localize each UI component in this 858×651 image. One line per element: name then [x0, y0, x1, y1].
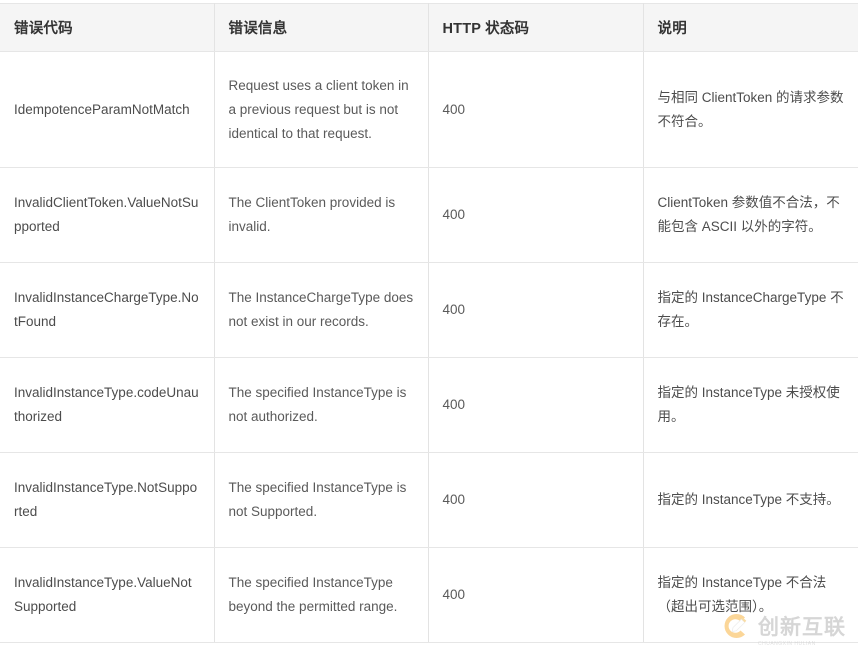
cell-error-message: The InstanceChargeType does not exist in… [214, 262, 429, 358]
cell-error-message: The specified InstanceType is not author… [214, 357, 429, 453]
cell-description: 指定的 InstanceChargeType 不存在。 [643, 262, 858, 358]
error-code-table-page: 错误代码 错误信息 HTTP 状态码 说明 IdempotenceParamNo… [0, 3, 858, 651]
cell-error-message: The ClientToken provided is invalid. [214, 167, 429, 263]
cell-error-code: InvalidInstanceChargeType.NotFound [0, 262, 215, 358]
cell-description: 指定的 InstanceType 未授权使用。 [643, 357, 858, 453]
table-row: InvalidInstanceType.ValueNotSupported Th… [0, 547, 858, 643]
column-header-error-message: 错误信息 [214, 3, 429, 52]
cell-error-message: The specified InstanceType is not Suppor… [214, 452, 429, 548]
cell-error-message: The specified InstanceType beyond the pe… [214, 547, 429, 643]
column-header-description: 说明 [643, 3, 858, 52]
table-body: IdempotenceParamNotMatch Request uses a … [0, 51, 858, 643]
cell-error-code: InvalidInstanceType.ValueNotSupported [0, 547, 215, 643]
cell-error-code: InvalidInstanceType.codeUnauthorized [0, 357, 215, 453]
column-header-error-code: 错误代码 [0, 3, 215, 52]
table-header: 错误代码 错误信息 HTTP 状态码 说明 [0, 3, 858, 52]
cell-http-status: 400 [428, 51, 644, 168]
cell-description: ClientToken 参数值不合法，不能包含 ASCII 以外的字符。 [643, 167, 858, 263]
table-row: InvalidInstanceChargeType.NotFound The I… [0, 262, 858, 358]
cell-error-code: InvalidClientToken.ValueNotSupported [0, 167, 215, 263]
cell-error-message: Request uses a client token in a previou… [214, 51, 429, 168]
cell-error-code: InvalidInstanceType.NotSupported [0, 452, 215, 548]
cell-description: 指定的 InstanceType 不合法（超出可选范围）。 [643, 547, 858, 643]
cell-http-status: 400 [428, 452, 644, 548]
table-row: InvalidInstanceType.codeUnauthorized The… [0, 357, 858, 453]
cell-http-status: 400 [428, 357, 644, 453]
table-row: IdempotenceParamNotMatch Request uses a … [0, 51, 858, 168]
cell-http-status: 400 [428, 547, 644, 643]
table-header-row: 错误代码 错误信息 HTTP 状态码 说明 [0, 3, 858, 52]
error-code-table: 错误代码 错误信息 HTTP 状态码 说明 IdempotenceParamNo… [0, 3, 858, 643]
cell-http-status: 400 [428, 262, 644, 358]
table-row: InvalidClientToken.ValueNotSupported The… [0, 167, 858, 263]
table-row: InvalidInstanceType.NotSupported The spe… [0, 452, 858, 548]
cell-description: 指定的 InstanceType 不支持。 [643, 452, 858, 548]
cell-error-code: IdempotenceParamNotMatch [0, 51, 215, 168]
cell-description: 与相同 ClientToken 的请求参数不符合。 [643, 51, 858, 168]
column-header-http-status: HTTP 状态码 [428, 3, 644, 52]
cell-http-status: 400 [428, 167, 644, 263]
